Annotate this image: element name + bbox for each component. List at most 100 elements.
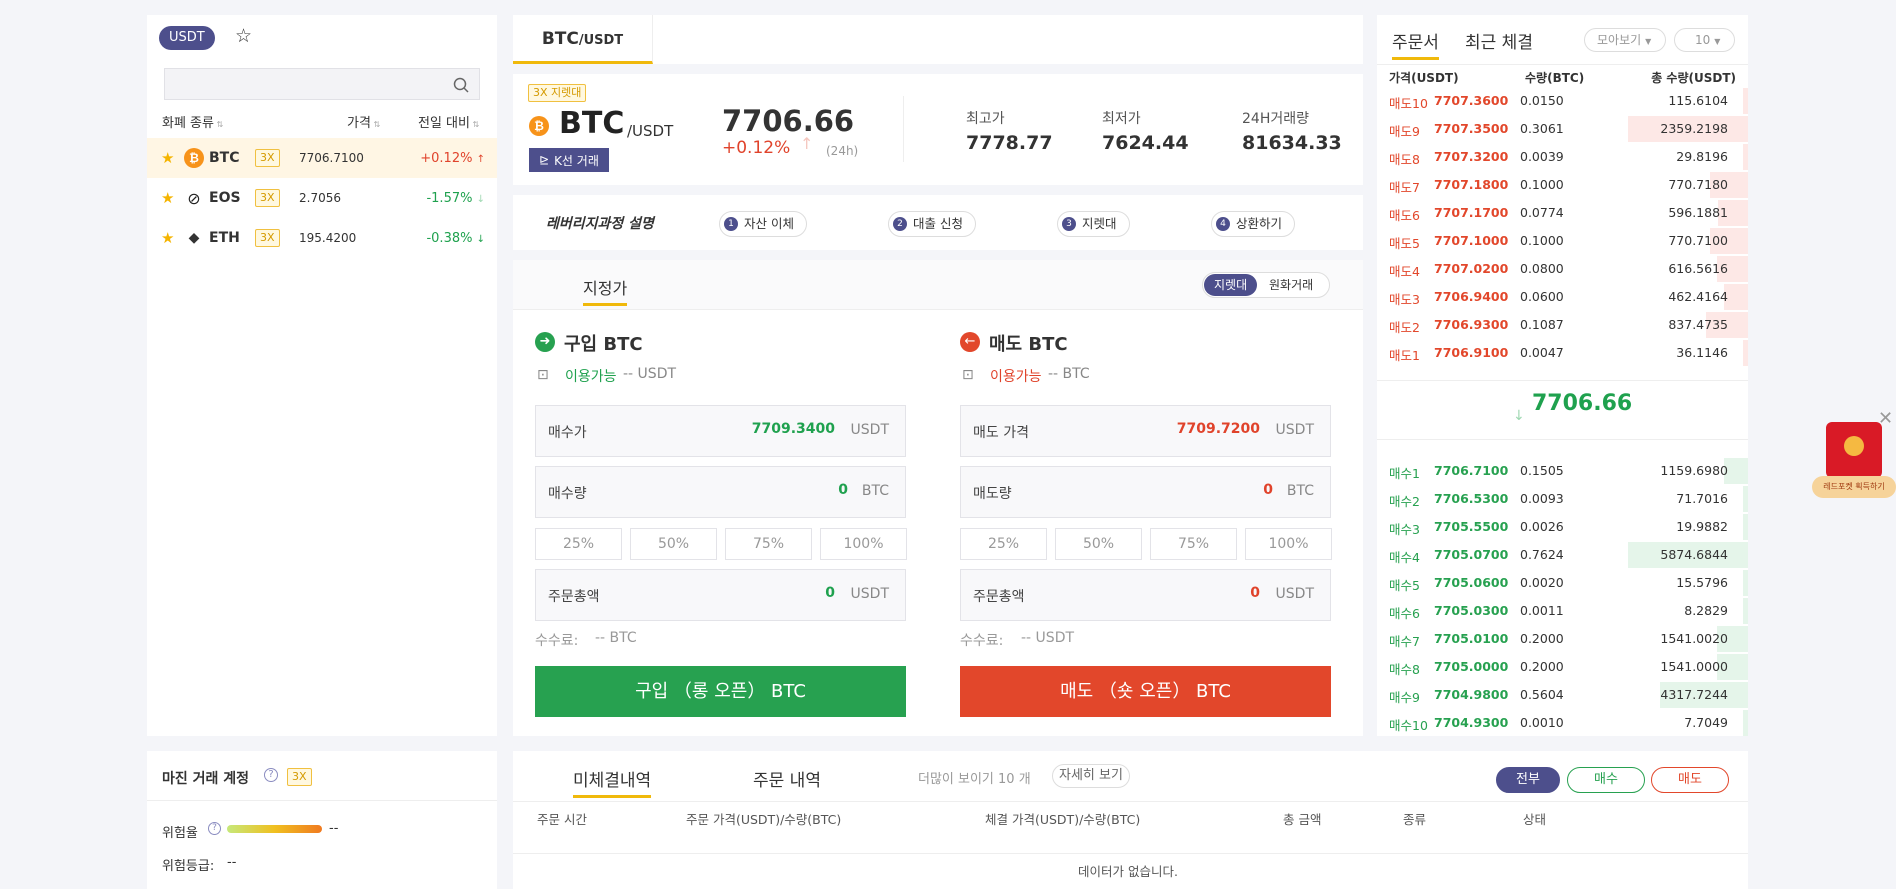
price-value: 7706.7100 xyxy=(1434,463,1509,478)
tab-recent-trades[interactable]: 최근 체결 xyxy=(1465,28,1533,53)
buy-fee-value: -- BTC xyxy=(595,630,637,646)
sell-pct-50[interactable]: 50% xyxy=(1055,528,1142,560)
header-change[interactable]: 전일 대비 ⇅ xyxy=(418,112,479,131)
ask-row[interactable]: 매도4 7707.0200 0.0800 616.5616 xyxy=(1377,255,1748,283)
search-input[interactable] xyxy=(164,68,480,100)
ask-row[interactable]: 매도1 7706.9100 0.0047 36.1146 xyxy=(1377,339,1748,367)
field-unit: BTC xyxy=(861,483,889,499)
wallet-icon: ⊡ xyxy=(962,367,974,383)
step-asset-transfer[interactable]: 1 자산 이체 xyxy=(719,211,807,237)
mode-spot-button[interactable]: 원화거래 xyxy=(1269,274,1313,296)
buy-qty-field[interactable]: 매수량 0 BTC xyxy=(535,466,906,518)
sell-pct-100[interactable]: 100% xyxy=(1245,528,1332,560)
step-leverage[interactable]: 3 지렛대 xyxy=(1057,211,1130,237)
pair-tab-bar: BTC/USDT xyxy=(513,15,1363,64)
qty-value: 0.0800 xyxy=(1520,261,1564,276)
total-value: 29.8196 xyxy=(1676,149,1728,164)
buy-price-field[interactable]: 매수가 7709.3400 USDT xyxy=(535,405,906,457)
level-label: 매도5 xyxy=(1389,236,1420,251)
field-value: 0 xyxy=(838,482,848,498)
sell-pct-75[interactable]: 75% xyxy=(1150,528,1237,560)
coin-row-eos[interactable]: ★ ⊘ EOS 3X 2.7056 -1.57% ↓ xyxy=(147,178,497,218)
star-filled-icon[interactable]: ★ xyxy=(161,189,174,207)
sell-qty-field[interactable]: 매도량 0 BTC xyxy=(960,466,1331,518)
tab-btc-usdt[interactable]: BTC/USDT xyxy=(513,15,653,64)
help-icon[interactable]: ? xyxy=(264,768,278,782)
ask-row[interactable]: 매도8 7707.3200 0.0039 29.8196 xyxy=(1377,143,1748,171)
kline-button[interactable]: ⊵ K선 거래 xyxy=(529,148,609,172)
filter-sell-button[interactable]: 매도 xyxy=(1651,767,1729,793)
level-label: 매도1 xyxy=(1389,348,1420,363)
step-repay[interactable]: 4 상환하기 xyxy=(1211,211,1296,237)
price-value: 7707.1800 xyxy=(1434,177,1509,192)
header-price[interactable]: 가격 ⇅ xyxy=(347,112,380,131)
help-icon[interactable]: ? xyxy=(208,822,221,835)
buy-pct-50[interactable]: 50% xyxy=(630,528,717,560)
bid-row[interactable]: 매수2 7706.5300 0.0093 71.7016 xyxy=(1377,485,1748,513)
bid-row[interactable]: 매수4 7705.0700 0.7624 5874.6844 xyxy=(1377,541,1748,569)
bid-row[interactable]: 매수6 7705.0300 0.0011 8.2829 xyxy=(1377,597,1748,625)
total-value: 837.4735 xyxy=(1668,317,1728,332)
ask-row[interactable]: 매도2 7706.9300 0.1087 837.4735 xyxy=(1377,311,1748,339)
buy-pct-25[interactable]: 25% xyxy=(535,528,622,560)
star-filled-icon[interactable]: ★ xyxy=(161,229,174,247)
tab-order-history[interactable]: 주문 내역 xyxy=(753,766,821,791)
bid-row[interactable]: 매수10 7704.9300 0.0010 7.7049 xyxy=(1377,709,1748,737)
coin-row-btc[interactable]: ★ ₿ BTC 3X 7706.7100 +0.12% ↑ xyxy=(147,138,497,178)
group-select[interactable]: 모아보기 ▼ xyxy=(1584,28,1666,52)
ask-row[interactable]: 매도7 7707.1800 0.1000 770.7180 xyxy=(1377,171,1748,199)
total-value: 7.7049 xyxy=(1684,715,1728,730)
buy-pct-75[interactable]: 75% xyxy=(725,528,812,560)
col-type: 종류 xyxy=(1403,812,1427,827)
sell-submit-button[interactable]: 매도 （숏 오픈） BTC xyxy=(960,666,1331,717)
price-value: 7705.0000 xyxy=(1434,659,1509,674)
tab-orderbook[interactable]: 주문서 xyxy=(1392,28,1439,60)
leverage-badge: 3X xyxy=(255,189,280,207)
bid-row[interactable]: 매수8 7705.0000 0.2000 1541.0000 xyxy=(1377,653,1748,681)
coin-change-value: +0.12% xyxy=(420,150,473,166)
bid-row[interactable]: 매수9 7704.9800 0.5604 4317.7244 xyxy=(1377,681,1748,709)
stat-high-label: 최고가 xyxy=(966,111,1005,127)
step-loan-apply[interactable]: 2 대출 신청 xyxy=(888,211,976,237)
tab-limit-order[interactable]: 지정가 xyxy=(583,275,628,306)
coin-icon xyxy=(1844,436,1864,456)
ask-row[interactable]: 매도5 7707.1000 0.1000 770.7100 xyxy=(1377,227,1748,255)
sell-price-field[interactable]: 매도 가격 7709.7200 USDT xyxy=(960,405,1331,457)
arrow-down-icon: ↓ xyxy=(1513,408,1525,424)
red-packet-promo[interactable]: ✕ 레드포켓 획득하기 xyxy=(1812,408,1896,505)
coin-row-eth[interactable]: ★ ◆ ETH 3X 195.4200 -0.38% ↓ xyxy=(147,218,497,258)
step-label: 지렛대 xyxy=(1082,216,1117,231)
mode-leverage-button[interactable]: 지렛대 xyxy=(1204,274,1258,296)
field-unit: USDT xyxy=(850,422,889,438)
bid-row[interactable]: 매수7 7705.0100 0.2000 1541.0020 xyxy=(1377,625,1748,653)
buy-submit-button[interactable]: 구입 （롱 오픈） BTC xyxy=(535,666,906,717)
ask-row[interactable]: 매도10 7707.3600 0.0150 115.6104 xyxy=(1377,87,1748,115)
star-filled-icon[interactable]: ★ xyxy=(161,149,174,167)
buy-fee-label: 수수료: xyxy=(535,633,579,649)
detail-view-button[interactable]: 자세히 보기 xyxy=(1052,764,1130,788)
ask-row[interactable]: 매도3 7706.9400 0.0600 462.4164 xyxy=(1377,283,1748,311)
sell-pct-25[interactable]: 25% xyxy=(960,528,1047,560)
header-change-label: 전일 대비 xyxy=(418,116,470,131)
filter-buy-button[interactable]: 매수 xyxy=(1567,767,1645,793)
buy-available-value: -- USDT xyxy=(623,366,677,382)
divider xyxy=(1377,380,1748,381)
sell-total-field[interactable]: 주문총액 0 USDT xyxy=(960,569,1331,621)
buy-pct-100[interactable]: 100% xyxy=(820,528,907,560)
tab-open-orders[interactable]: 미체결내역 xyxy=(573,766,652,798)
favorites-star-icon[interactable]: ☆ xyxy=(235,25,252,47)
price-value: 7707.1000 xyxy=(1434,233,1509,248)
leverage-badge: 3X xyxy=(255,149,280,167)
ask-row[interactable]: 매도6 7707.1700 0.0774 596.1881 xyxy=(1377,199,1748,227)
bid-row[interactable]: 매수1 7706.7100 0.1505 1159.6980 xyxy=(1377,457,1748,485)
quote-tab-usdt[interactable]: USDT xyxy=(159,26,215,50)
sell-available-label: 이용가능 xyxy=(990,369,1042,385)
bid-row[interactable]: 매수5 7705.0600 0.0020 15.5796 xyxy=(1377,569,1748,597)
buy-total-field[interactable]: 주문총액 0 USDT xyxy=(535,569,906,621)
bid-row[interactable]: 매수3 7705.5500 0.0026 19.9882 xyxy=(1377,513,1748,541)
ask-row[interactable]: 매도9 7707.3500 0.3061 2359.2198 xyxy=(1377,115,1748,143)
header-coin[interactable]: 화폐 종류 ⇅ xyxy=(162,112,223,131)
divider xyxy=(1377,64,1748,65)
depth-select[interactable]: 10 ▼ xyxy=(1674,28,1735,52)
filter-all-button[interactable]: 전부 xyxy=(1496,767,1560,793)
